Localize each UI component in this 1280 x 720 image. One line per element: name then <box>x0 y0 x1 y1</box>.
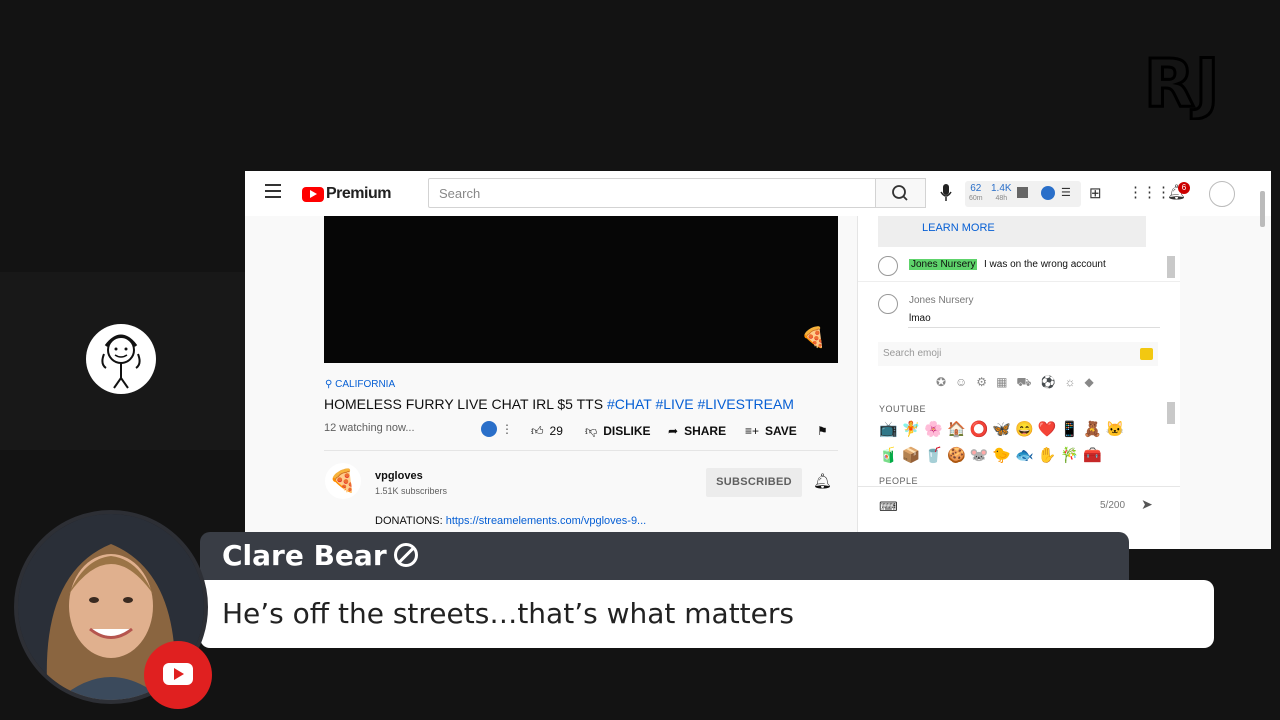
divider <box>858 281 1180 282</box>
svg-text:RJ: RJ <box>1144 45 1219 120</box>
menu-icon[interactable] <box>265 184 281 198</box>
brand-label: Premium <box>326 185 391 202</box>
share-button[interactable]: ➦ SHARE <box>668 424 726 438</box>
bell-icon[interactable]: 🔔︎ <box>813 472 832 490</box>
emoji-section-label: YOUTUBE <box>879 404 927 414</box>
youtube-premium-logo[interactable]: Premium <box>302 185 391 203</box>
apps-icon[interactable]: ⋮⋮⋮ <box>1128 183 1171 201</box>
search-button[interactable] <box>876 178 926 208</box>
hashtag-live[interactable]: #LIVE <box>655 396 693 412</box>
emoji-category-tabs[interactable]: ✪☺⚙▦⛟⚽☼◆ <box>936 375 1103 391</box>
youtube-play-icon <box>302 186 324 202</box>
chart-icon <box>1017 187 1028 198</box>
subscribed-button[interactable]: SUBSCRIBED <box>706 468 802 497</box>
video-title: HOMELESS FURRY LIVE CHAT IRL $5 TTS #CHA… <box>324 396 794 412</box>
create-video-icon[interactable]: ⊞ <box>1089 184 1102 202</box>
divider <box>908 327 1160 328</box>
youtube-header: Premium Search 62 60m 1.4K 48h ☰ ⊞ ⋮⋮⋮ 🔔︎ … <box>245 171 1271 216</box>
character-count: 5/200 <box>1100 500 1126 511</box>
search-input[interactable]: Search <box>428 178 876 208</box>
youtube-window: Premium Search 62 60m 1.4K 48h ☰ ⊞ ⋮⋮⋮ 🔔︎ … <box>245 171 1271 549</box>
page-scrollbar[interactable] <box>1260 191 1265 227</box>
list-icon[interactable]: ☰ <box>1061 186 1071 199</box>
thumbs-up-icon: 👍︎ <box>531 424 544 438</box>
chat-author[interactable]: Jones Nursery <box>909 295 973 306</box>
rj-logo: RJ <box>1140 40 1244 124</box>
streamer-avatar <box>86 324 156 394</box>
donations-line: DONATIONS: https://streamelements.com/vp… <box>375 515 647 527</box>
extension-button-icon[interactable] <box>481 421 497 437</box>
learn-more-box: LEARN MORE <box>878 216 1146 247</box>
like-button[interactable]: 👍︎ 29 <box>531 424 563 439</box>
stats-widget[interactable]: 62 60m 1.4K 48h ☰ <box>965 181 1081 207</box>
video-player[interactable]: 🍕 <box>324 216 838 363</box>
location-tag[interactable]: ⚲ CALIFORNIA <box>325 379 395 390</box>
save-button[interactable]: ≡+ SAVE <box>745 424 797 438</box>
channel-name[interactable]: vpgloves <box>375 470 423 482</box>
share-icon: ➦ <box>668 424 679 438</box>
divider <box>324 450 838 451</box>
thumbs-down-icon: 👎︎ <box>585 424 598 438</box>
video-watermark-icon: 🍕 <box>801 327 826 349</box>
profile-avatar[interactable] <box>1209 181 1235 207</box>
dislike-button[interactable]: 👎︎ DISLIKE <box>585 424 651 439</box>
chat-message: lmao <box>909 313 931 324</box>
hashtag-chat[interactable]: #CHAT <box>607 396 652 412</box>
send-icon[interactable]: ➤ <box>1141 496 1153 513</box>
chat-avatar[interactable] <box>878 256 898 276</box>
divider <box>858 486 1180 487</box>
report-flag-icon[interactable]: ⚑ <box>817 424 828 438</box>
emoji-scrollbar[interactable] <box>1167 402 1175 424</box>
channel-avatar[interactable]: 🍕 <box>325 463 361 499</box>
chat-message: I was on the wrong account <box>984 259 1106 270</box>
learn-more-link[interactable]: LEARN MORE <box>922 222 995 234</box>
extension-icon[interactable] <box>1041 186 1055 200</box>
youtube-badge-icon <box>144 641 212 709</box>
microphone-icon[interactable] <box>940 184 952 207</box>
hashtag-livestream[interactable]: #LIVESTREAM <box>697 396 793 412</box>
keyboard-icon[interactable]: ⌨ <box>879 499 898 515</box>
watching-count: 12 watching now... <box>324 422 415 434</box>
emoji-row[interactable]: 📺🧚🌸🏠⭕🦋😄❤️📱🧸🐱 <box>879 420 1128 438</box>
emoji-row[interactable]: 🧃📦🥤🍪🐭🐤🐟✋🎋🧰 <box>879 446 1106 464</box>
emoji-section-label: PEOPLE <box>879 476 919 486</box>
chat-scrollbar[interactable] <box>1167 256 1175 278</box>
live-chat-panel: LEARN MORE Jones Nursery I was on the wr… <box>857 216 1180 549</box>
donations-link[interactable]: https://streamelements.com/vpgloves-9... <box>446 515 647 527</box>
stat-viewers: 62 60m <box>969 183 983 203</box>
emoji-search-input[interactable]: Search emoji <box>878 342 1158 366</box>
subscriber-count: 1.51K subscribers <box>375 486 448 496</box>
notification-badge: 6 <box>1178 182 1190 194</box>
commenter-name: Clare Bear <box>222 539 387 572</box>
block-icon <box>394 543 418 567</box>
comment-text: He’s off the streets…that’s what matters <box>222 597 794 630</box>
save-icon: ≡+ <box>745 424 760 438</box>
emoji-tone-icon[interactable] <box>1140 348 1153 360</box>
chat-author[interactable]: Jones Nursery <box>909 259 978 270</box>
stat-views: 1.4K 48h <box>991 183 1012 203</box>
chat-avatar[interactable] <box>878 294 898 314</box>
more-icon[interactable]: ⋮ <box>501 422 513 436</box>
search-icon <box>892 185 908 201</box>
